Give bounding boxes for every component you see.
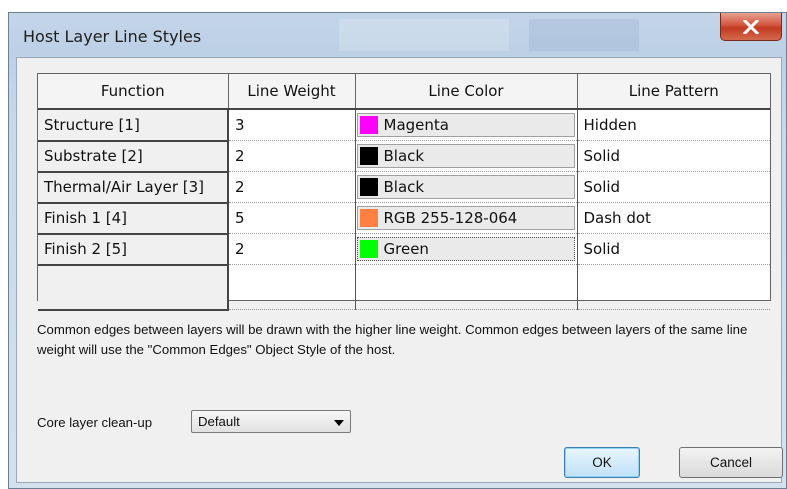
- function-cell: Structure [1]: [38, 109, 229, 142]
- title-bar[interactable]: Host Layer Line Styles: [9, 13, 786, 57]
- color-name: Black: [383, 178, 425, 196]
- cancel-button[interactable]: Cancel: [679, 447, 783, 478]
- color-swatch: [359, 116, 378, 134]
- color-name: Green: [383, 240, 429, 258]
- column-header-line-pattern[interactable]: Line Pattern: [577, 74, 770, 110]
- table-row: Structure [1] 3 Magenta Hidden: [38, 109, 770, 142]
- line-color-cell: Magenta: [355, 109, 578, 141]
- line-styles-grid: Function Line Weight Line Color Line Pat…: [37, 73, 771, 311]
- core-cleanup-label: Core layer clean-up: [37, 415, 153, 430]
- window-title: Host Layer Line Styles: [23, 27, 202, 46]
- line-color-cell: RGB 255-128-064: [355, 202, 578, 234]
- line-color-button[interactable]: Black: [356, 175, 575, 199]
- table-row: Thermal/Air Layer [3] 2 Black Solid: [38, 171, 770, 204]
- color-swatch: [359, 240, 378, 258]
- chevron-down-icon: [334, 420, 344, 426]
- line-color-cell[interactable]: [355, 264, 578, 310]
- column-header-function[interactable]: Function: [38, 74, 229, 110]
- table-row: Substrate [2] 2 Black Solid: [38, 140, 770, 173]
- function-cell: Substrate [2]: [38, 140, 229, 173]
- dialog-content: Function Line Weight Line Color Line Pat…: [16, 57, 783, 483]
- line-color-button[interactable]: RGB 255-128-064: [356, 206, 575, 230]
- function-cell: Finish 1 [4]: [38, 202, 229, 235]
- line-weight-cell[interactable]: 2: [228, 140, 356, 172]
- color-name: Magenta: [383, 116, 449, 134]
- line-weight-cell[interactable]: 3: [228, 109, 356, 141]
- info-note: Common edges between layers will be draw…: [37, 322, 748, 357]
- line-weight-cell[interactable]: 2: [228, 233, 356, 265]
- table-row: Finish 2 [5] 2 Green Solid: [38, 233, 770, 266]
- line-pattern-cell[interactable]: Solid: [577, 171, 770, 203]
- color-swatch: [359, 147, 378, 165]
- line-color-cell: Black: [355, 140, 578, 172]
- color-swatch: [359, 178, 378, 196]
- line-weight-cell[interactable]: [228, 264, 356, 310]
- color-name: Black: [383, 147, 425, 165]
- color-name: RGB 255-128-064: [383, 209, 518, 227]
- line-weight-cell[interactable]: 5: [228, 202, 356, 234]
- line-color-button[interactable]: Black: [356, 144, 575, 168]
- ok-button[interactable]: OK: [564, 447, 640, 478]
- function-cell: Thermal/Air Layer [3]: [38, 171, 229, 204]
- line-color-cell: Black: [355, 171, 578, 203]
- table-row-empty: [38, 264, 770, 311]
- close-icon: [743, 19, 759, 34]
- line-color-button[interactable]: Green: [356, 237, 575, 261]
- line-pattern-cell[interactable]: Solid: [577, 233, 770, 265]
- function-cell: Finish 2 [5]: [38, 233, 229, 266]
- dialog-window: Host Layer Line Styles Function Line Wei…: [8, 12, 787, 489]
- line-pattern-cell[interactable]: Dash dot: [577, 202, 770, 234]
- core-cleanup-dropdown[interactable]: Default: [191, 410, 351, 433]
- line-weight-cell[interactable]: 2: [228, 171, 356, 203]
- title-bar-glass: [529, 19, 639, 51]
- line-pattern-cell[interactable]: [577, 264, 770, 310]
- title-bar-glass: [339, 19, 509, 51]
- close-button[interactable]: [720, 13, 782, 41]
- line-color-button[interactable]: Magenta: [356, 113, 575, 137]
- column-header-line-weight[interactable]: Line Weight: [228, 74, 356, 110]
- core-cleanup-value: Default: [198, 414, 240, 429]
- color-swatch: [359, 209, 378, 227]
- line-color-cell: Green: [355, 233, 578, 265]
- line-pattern-cell[interactable]: Solid: [577, 140, 770, 172]
- table-row: Finish 1 [4] 5 RGB 255-128-064 Dash dot: [38, 202, 770, 235]
- column-header-line-color[interactable]: Line Color: [355, 74, 578, 110]
- line-pattern-cell[interactable]: Hidden: [577, 109, 770, 141]
- function-cell: [38, 264, 229, 311]
